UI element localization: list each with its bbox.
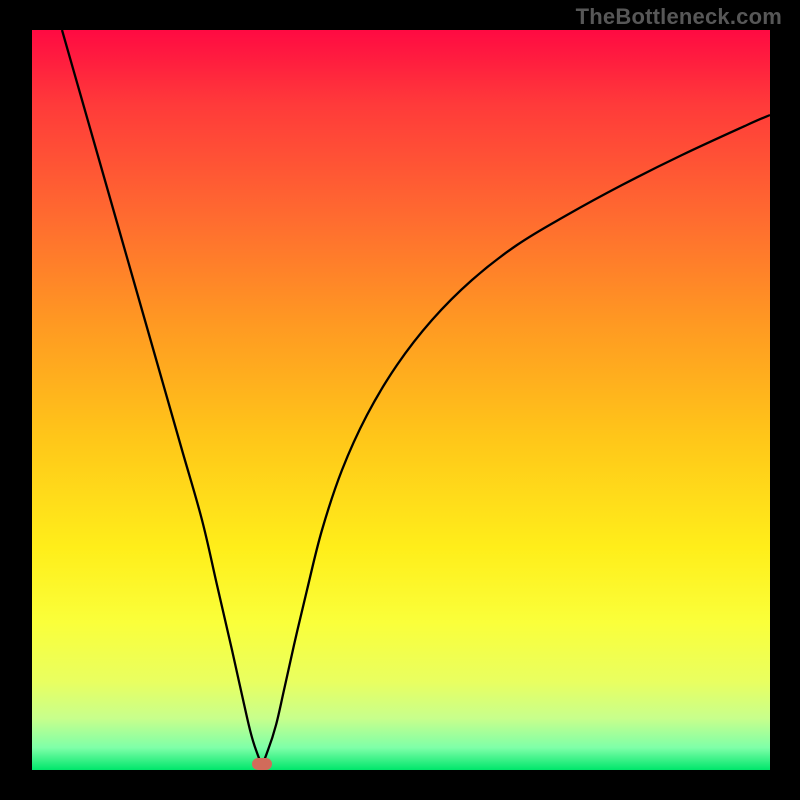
bottleneck-curve [62,30,770,762]
chart-plot-area [32,30,770,770]
curve-svg [32,30,770,770]
watermark-text: TheBottleneck.com [576,4,782,30]
optimal-marker [252,758,272,770]
